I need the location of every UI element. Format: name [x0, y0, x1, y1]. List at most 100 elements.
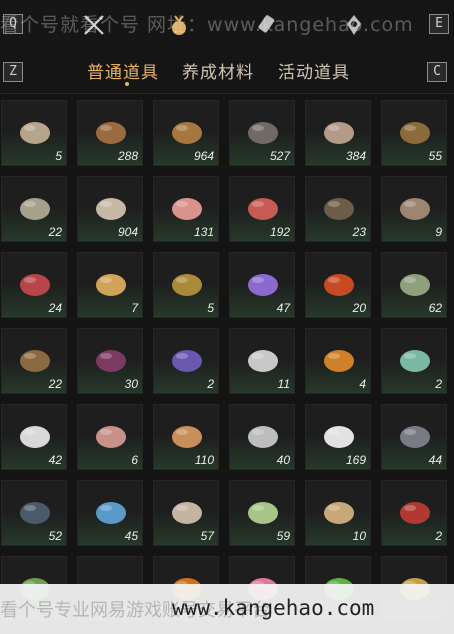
- inventory-slot[interactable]: 59: [229, 480, 295, 546]
- item-count: 2: [207, 377, 214, 391]
- white-flower-icon: [248, 350, 278, 372]
- inventory-slot[interactable]: 4: [305, 328, 371, 394]
- inventory-slot[interactable]: 5: [153, 252, 219, 318]
- inventory-slot[interactable]: 62: [381, 252, 447, 318]
- scroll-icon[interactable]: [254, 11, 282, 39]
- item-count: 5: [55, 149, 62, 163]
- watermark-bottom: 看个号专业网易游戏账号交易平台 www.kangehao.com: [0, 584, 454, 634]
- purple-flower-icon: [96, 350, 126, 372]
- inventory-slot[interactable]: 384: [305, 100, 371, 166]
- inventory-slot[interactable]: 192: [229, 176, 295, 242]
- feathers-icon: [324, 198, 354, 220]
- inventory-slot[interactable]: 44: [381, 404, 447, 470]
- item-count: 2: [435, 377, 442, 391]
- inventory-slot[interactable]: 131: [153, 176, 219, 242]
- item-count: 4: [359, 377, 366, 391]
- inventory-slot[interactable]: 964: [153, 100, 219, 166]
- orange-flower-icon: [324, 350, 354, 372]
- item-count: 527: [269, 149, 290, 163]
- inventory-slot[interactable]: 10: [305, 480, 371, 546]
- steak-icon: [20, 274, 50, 296]
- gem-pendant-icon[interactable]: [340, 11, 368, 39]
- tab-event-items[interactable]: 活动道具: [278, 58, 350, 83]
- item-count: 20: [352, 301, 366, 315]
- item-count: 42: [48, 453, 62, 467]
- item-count: 384: [345, 149, 366, 163]
- item-count: 904: [117, 225, 138, 239]
- inventory-slot[interactable]: 2: [381, 328, 447, 394]
- meat-chunks-icon: [172, 198, 202, 220]
- inventory-slot[interactable]: 23: [305, 176, 371, 242]
- inventory-slot[interactable]: 904: [77, 176, 143, 242]
- inventory-slot[interactable]: 5: [1, 100, 67, 166]
- item-count: 22: [48, 377, 62, 391]
- inventory-grid: 5 288 964 527 384 55 22 904 131 192 23 9 24 7 5 47 20 62 2…: [0, 96, 454, 626]
- inventory-slot[interactable]: 57: [153, 480, 219, 546]
- inventory-slot[interactable]: 52: [1, 480, 67, 546]
- lavender-icon: [172, 350, 202, 372]
- item-count: 6: [131, 453, 138, 467]
- inventory-slot[interactable]: 30: [77, 328, 143, 394]
- inventory-slot[interactable]: 22: [1, 328, 67, 394]
- pink-pelt-icon: [96, 426, 126, 448]
- item-count: 47: [276, 301, 290, 315]
- item-count: 24: [48, 301, 62, 315]
- item-count: 7: [131, 301, 138, 315]
- next-category-key[interactable]: E: [429, 14, 449, 34]
- green-gourd-icon: [248, 502, 278, 524]
- tab-bar: Z 普通道具 养成材料 活动道具 C: [0, 52, 454, 92]
- inventory-slot[interactable]: 11: [229, 328, 295, 394]
- item-count: 59: [276, 529, 290, 543]
- tab-cultivation-materials[interactable]: 养成材料: [182, 58, 254, 83]
- inventory-slot[interactable]: 45: [77, 480, 143, 546]
- inventory-slot[interactable]: 288: [77, 100, 143, 166]
- white-fur-icon: [324, 426, 354, 448]
- prev-category-key[interactable]: Q: [3, 14, 23, 34]
- golden-fish-icon: [96, 274, 126, 296]
- item-count: 131: [193, 225, 214, 239]
- inventory-slot[interactable]: 47: [229, 252, 295, 318]
- item-count: 57: [200, 529, 214, 543]
- insect-icon: [400, 122, 430, 144]
- white-feather-icon: [20, 426, 50, 448]
- inventory-slot[interactable]: 110: [153, 404, 219, 470]
- raw-meat-icon: [248, 198, 278, 220]
- mortar-bowl-icon: [20, 350, 50, 372]
- inventory-slot[interactable]: 22: [1, 176, 67, 242]
- blue-crystal-icon: [96, 502, 126, 524]
- item-count: 169: [345, 453, 366, 467]
- amethyst-icon: [248, 274, 278, 296]
- inventory-slot[interactable]: 55: [381, 100, 447, 166]
- inventory-slot[interactable]: 9: [381, 176, 447, 242]
- pouch-icon[interactable]: [165, 11, 193, 39]
- item-count: 44: [428, 453, 442, 467]
- inventory-slot[interactable]: 6: [77, 404, 143, 470]
- grain-sacks-icon: [324, 502, 354, 524]
- inventory-slot[interactable]: 2: [153, 328, 219, 394]
- top-bar: Q E 看个号就看个号 网址：www.kangehao.com: [0, 0, 454, 50]
- wood-logs-icon: [20, 122, 50, 144]
- prev-tab-key[interactable]: Z: [3, 62, 23, 82]
- item-count: 62: [428, 301, 442, 315]
- fish-icon: [20, 198, 50, 220]
- inventory-slot[interactable]: 42: [1, 404, 67, 470]
- tab-common-items[interactable]: 普通道具: [87, 58, 159, 83]
- inventory-slot[interactable]: 7: [77, 252, 143, 318]
- next-tab-key[interactable]: C: [427, 62, 447, 82]
- active-tab-indicator: [125, 82, 129, 86]
- item-count: 22: [48, 225, 62, 239]
- inventory-slot[interactable]: 40: [229, 404, 295, 470]
- crossed-swords-icon[interactable]: [80, 11, 108, 39]
- inventory-slot[interactable]: 2: [381, 480, 447, 546]
- fur-pelt-icon: [172, 122, 202, 144]
- inventory-slot[interactable]: 20: [305, 252, 371, 318]
- herb-flower-icon: [400, 274, 430, 296]
- item-count: 55: [428, 149, 442, 163]
- inventory-slot[interactable]: 527: [229, 100, 295, 166]
- inventory-slot[interactable]: 169: [305, 404, 371, 470]
- item-count: 2: [435, 529, 442, 543]
- item-count: 288: [117, 149, 138, 163]
- inventory-slot[interactable]: 24: [1, 252, 67, 318]
- item-count: 23: [352, 225, 366, 239]
- item-count: 110: [194, 453, 214, 467]
